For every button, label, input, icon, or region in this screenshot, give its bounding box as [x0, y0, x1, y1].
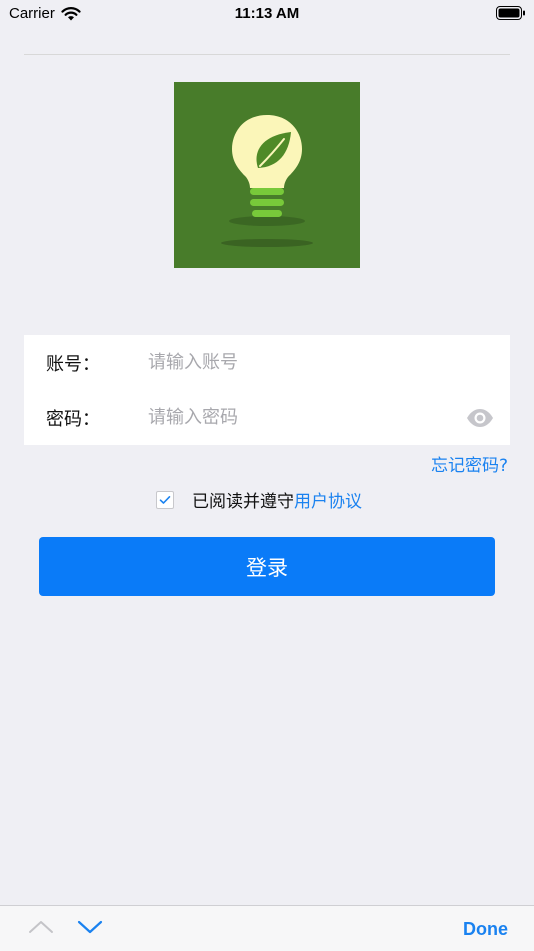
login-button[interactable]: 登录 [39, 537, 495, 596]
agreement-checkbox[interactable] [156, 490, 174, 509]
forgot-password-link[interactable]: 忘记密码? [431, 451, 508, 476]
status-bar: Carrier 11:13 AM [0, 0, 534, 28]
form-divider [24, 54, 510, 55]
lightbulb-leaf-icon [221, 115, 313, 247]
agreement-row: 已阅读并遵守 用户协议 [156, 487, 362, 512]
app-logo [174, 82, 360, 268]
chevron-down-icon[interactable] [77, 920, 103, 934]
account-input[interactable] [148, 345, 458, 379]
done-button[interactable]: Done [463, 919, 508, 940]
password-label: 密码： [46, 409, 100, 430]
account-label: 账号： [46, 354, 100, 375]
wifi-icon [61, 6, 81, 20]
agreement-text: 已阅读并遵守 [192, 492, 294, 512]
carrier-label: Carrier [9, 5, 55, 22]
password-row: 密码： [24, 390, 510, 445]
battery-icon [496, 6, 525, 20]
user-agreement-link[interactable]: 用户协议 [294, 487, 362, 512]
checkmark-icon [159, 495, 171, 504]
password-input[interactable] [148, 400, 458, 434]
carrier-info: Carrier [9, 5, 81, 22]
eye-icon[interactable] [466, 407, 494, 429]
login-form: 账号： 密码： [24, 335, 510, 445]
account-row: 账号： [24, 335, 510, 390]
chevron-up-icon[interactable] [28, 920, 54, 934]
keyboard-toolbar: Done [0, 905, 534, 951]
